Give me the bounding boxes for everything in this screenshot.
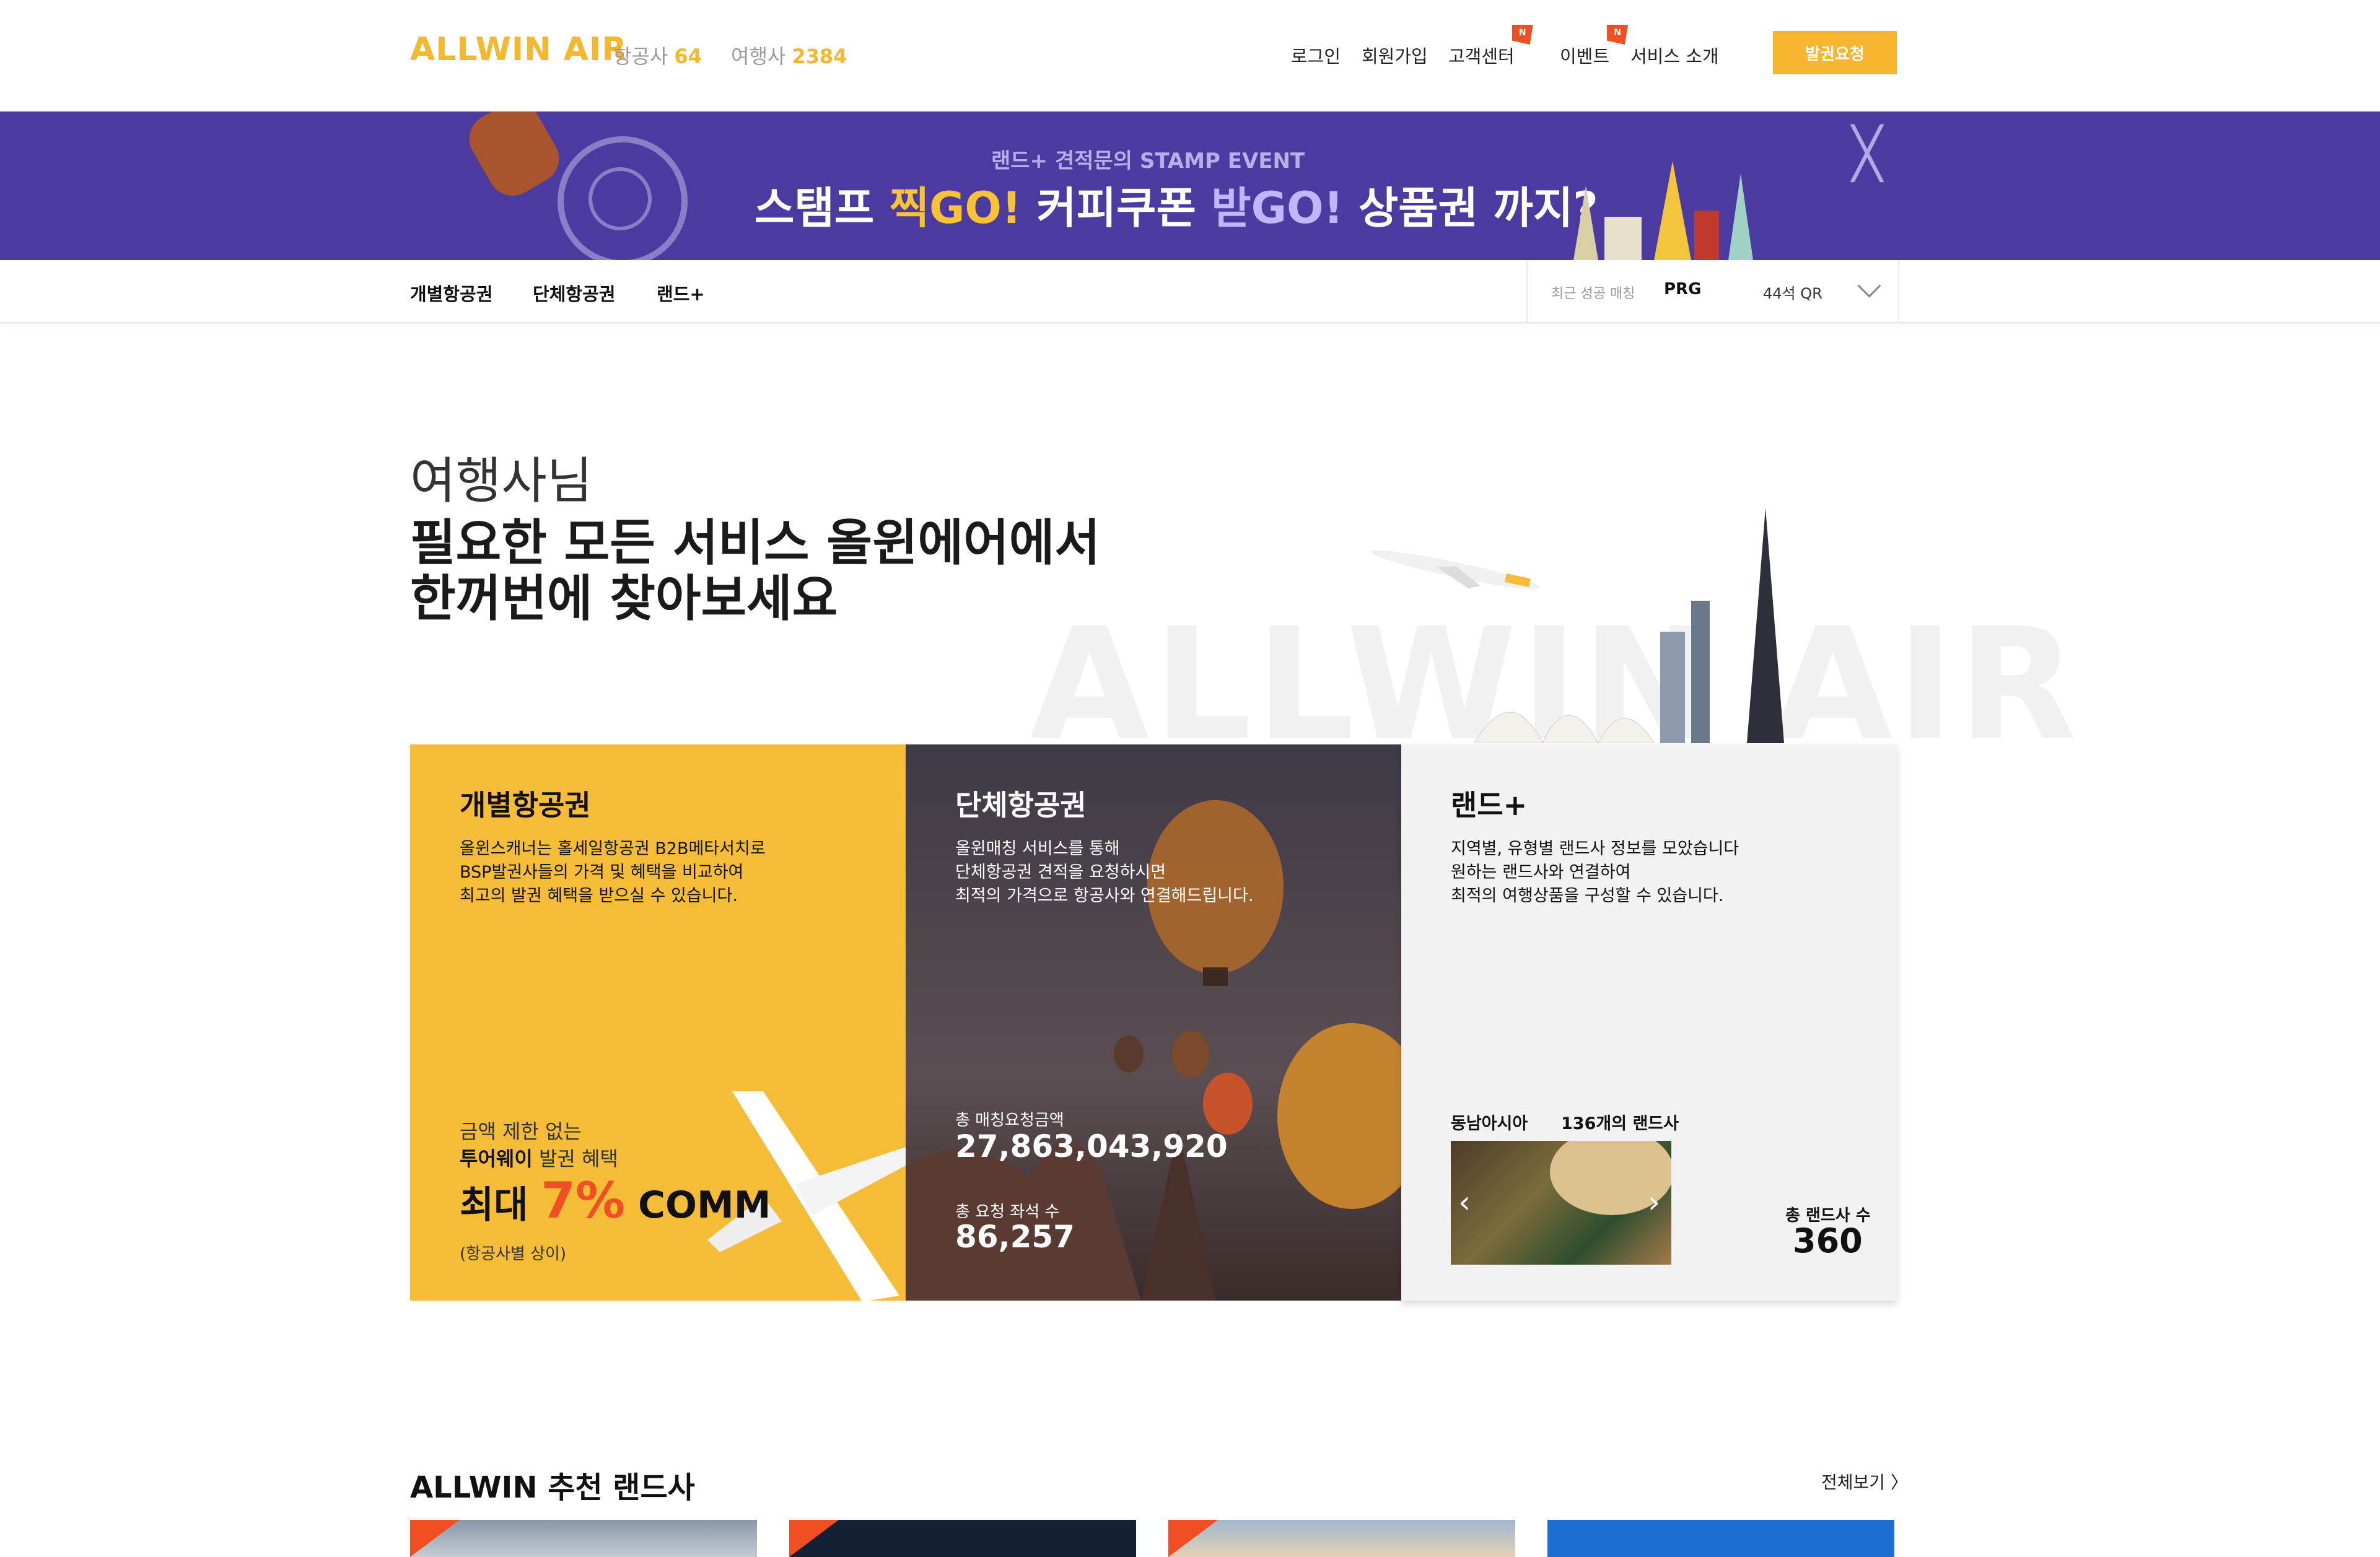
airline-count-value: 64 [674,45,702,68]
card-description-line: BSP발권사들의 가격 및 혜택을 비교하여 [460,863,744,882]
promo-percent: 7% [541,1172,626,1229]
hero-title-line: 필요한 모든 서비스 올윈에어에서 [410,514,1100,572]
event-banner[interactable]: 랜드+ 견적문의 STAMP EVENT 스탬프 찍GO! 커피쿠폰 받GO! … [0,111,2380,260]
banner-title-part: 스탬프 [755,183,890,233]
subnav-individual-ticket[interactable]: 개별항공권 [410,280,492,306]
nav-customer-center-label: 고객센터 [1448,46,1515,67]
nav-event-label: 이벤트 [1560,46,1610,67]
card-description-line: 단체항공권 견적을 요청하시면 [955,863,1166,882]
airplane-stamp-icon [588,167,652,230]
land-card-thumbnail[interactable] [1168,1520,1515,1557]
recommended-land-title: ALLWIN 추천 랜드사 [410,1470,695,1505]
land-card-thumbnail[interactable] [789,1520,1136,1557]
recent-match-label: 최근 성공 매칭 [1551,286,1635,302]
chevron-right-icon[interactable]: › [1648,1184,1660,1220]
new-ribbon-icon [789,1520,839,1557]
promo-brand: 투어웨이 [460,1147,533,1171]
banner-title-part: 상품권 까지? [1343,183,1598,233]
nav-customer-center-link[interactable]: 고객센터 N [1448,25,1533,68]
hero-title-line: 한꺼번에 찾아보세요 [410,570,838,627]
promo-line-rest: 발권 혜택 [532,1147,618,1171]
agency-count-value: 2384 [792,45,847,68]
card-description-line: 최적의 여행상품을 구성할 수 있습니다. [1451,886,1724,905]
promo-max-label: 최대 [460,1184,541,1227]
nav-signup-link[interactable]: 회원가입 [1362,42,1428,68]
nav-service-intro-link[interactable]: 서비스 소개 [1630,42,1719,68]
city-landmarks-illustration [1474,508,1784,743]
card-description-line: 올윈스캐너는 홀세일항공권 B2B메타서치로 [460,839,766,858]
banner-title-highlight: 받GO! [1211,183,1344,233]
recent-match-seats: 44석 QR [1763,285,1822,302]
new-badge: N [1512,25,1533,45]
hero-greeting: 여행사님 [410,452,593,510]
issue-request-button[interactable]: 발권요청 [1773,31,1897,74]
card-description: 올윈매칭 서비스를 통해 단체항공권 견적을 요청하시면 최적의 가격으로 항공… [955,837,1352,908]
card-description-line: 지역별, 유형별 랜드사 정보를 모았습니다 [1451,839,1739,858]
total-land-count-value: 360 [1793,1221,1863,1260]
card-title: 단체항공권 [955,788,1087,822]
region-name: 동남아시아 [1451,1114,1528,1133]
brand-logo[interactable]: ALLWIN AIR [410,31,627,68]
nav-event-link[interactable]: 이벤트 N [1560,25,1629,68]
new-ribbon-icon [410,1520,460,1557]
card-description: 지역별, 유형별 랜드사 정보를 모았습니다 원하는 랜드사와 연결하여 최적의… [1451,837,1847,908]
card-title: 랜드+ [1451,788,1528,822]
promo-note: (항공사별 상이) [460,1245,567,1263]
agency-count-stat: 여행사 2384 [731,41,847,69]
view-all-link[interactable]: 전체보기 〉 [1821,1469,1908,1494]
card-description-line: 올윈매칭 서비스를 통해 [955,839,1120,858]
stamp-handle-icon [460,111,568,205]
airline-count-label: 항공사 [613,45,668,68]
group-ticket-card[interactable]: 단체항공권 올윈매칭 서비스를 통해 단체항공권 견적을 요청하시면 최적의 가… [906,744,1401,1301]
card-description-line: 원하는 랜드사와 연결하여 [1451,863,1631,882]
land-plus-card[interactable]: 랜드+ 지역별, 유형별 랜드사 정보를 모았습니다 원하는 랜드사와 연결하여… [1401,744,1897,1301]
hero-title: 필요한 모든 서비스 올윈에어에서 한꺼번에 찾아보세요 [410,515,1153,627]
agency-count-label: 여행사 [731,45,786,68]
airline-count-stat: 항공사 64 [613,41,702,69]
chevron-left-icon[interactable]: ‹ [1458,1184,1471,1220]
total-match-amount-label: 총 매칭요청금액 [955,1111,1064,1130]
recent-match-code: PRG [1664,280,1702,299]
card-description-line: 최적의 가격으로 항공사와 연결해드립니다. [955,886,1254,905]
promo-max-comm: 최대 7% COMM [460,1172,771,1229]
region-photo-carousel[interactable]: ‹ › [1451,1141,1671,1265]
region-land-count: 136개의 랜드사 [1561,1114,1679,1133]
subnav-land-plus[interactable]: 랜드+ [657,280,705,306]
service-subnav [0,260,2380,323]
banner-close-icon[interactable]: ╳ [1852,129,1882,178]
banner-title-highlight: 찍GO! [889,183,1022,233]
promo-comm-label: COMM [625,1184,771,1227]
new-badge: N [1607,25,1629,45]
individual-ticket-card[interactable]: 개별항공권 올윈스캐너는 홀세일항공권 B2B메타서치로 BSP발권사들의 가격… [410,744,906,1301]
banner-subtitle: 랜드+ 견적문의 STAMP EVENT [991,149,1305,173]
new-ribbon-icon [1168,1520,1218,1557]
land-card-thumbnail[interactable] [410,1520,757,1557]
landmarks-illustration [1573,161,1753,260]
total-seats-value: 86,257 [955,1219,1075,1255]
subnav-group-ticket[interactable]: 단체항공권 [533,280,615,306]
promo-line: 금액 제한 없는 [460,1120,582,1143]
card-title: 개별항공권 [460,788,591,822]
card-description-line: 최고의 발권 혜택을 받으실 수 있습니다. [460,886,738,905]
promo-line: 투어웨이 발권 혜택 [460,1143,618,1172]
nav-login-link[interactable]: 로그인 [1291,42,1341,68]
card-description: 올윈스캐너는 홀세일항공권 B2B메타서치로 BSP발권사들의 가격 및 혜택을… [460,837,856,908]
land-card-thumbnail[interactable] [1547,1520,1894,1557]
banner-title: 스탬프 찍GO! 커피쿠폰 받GO! 상품권 까지? [755,173,1598,236]
total-match-amount-value: 27,863,043,920 [955,1128,1228,1164]
banner-title-part: 커피쿠폰 [1021,183,1212,233]
